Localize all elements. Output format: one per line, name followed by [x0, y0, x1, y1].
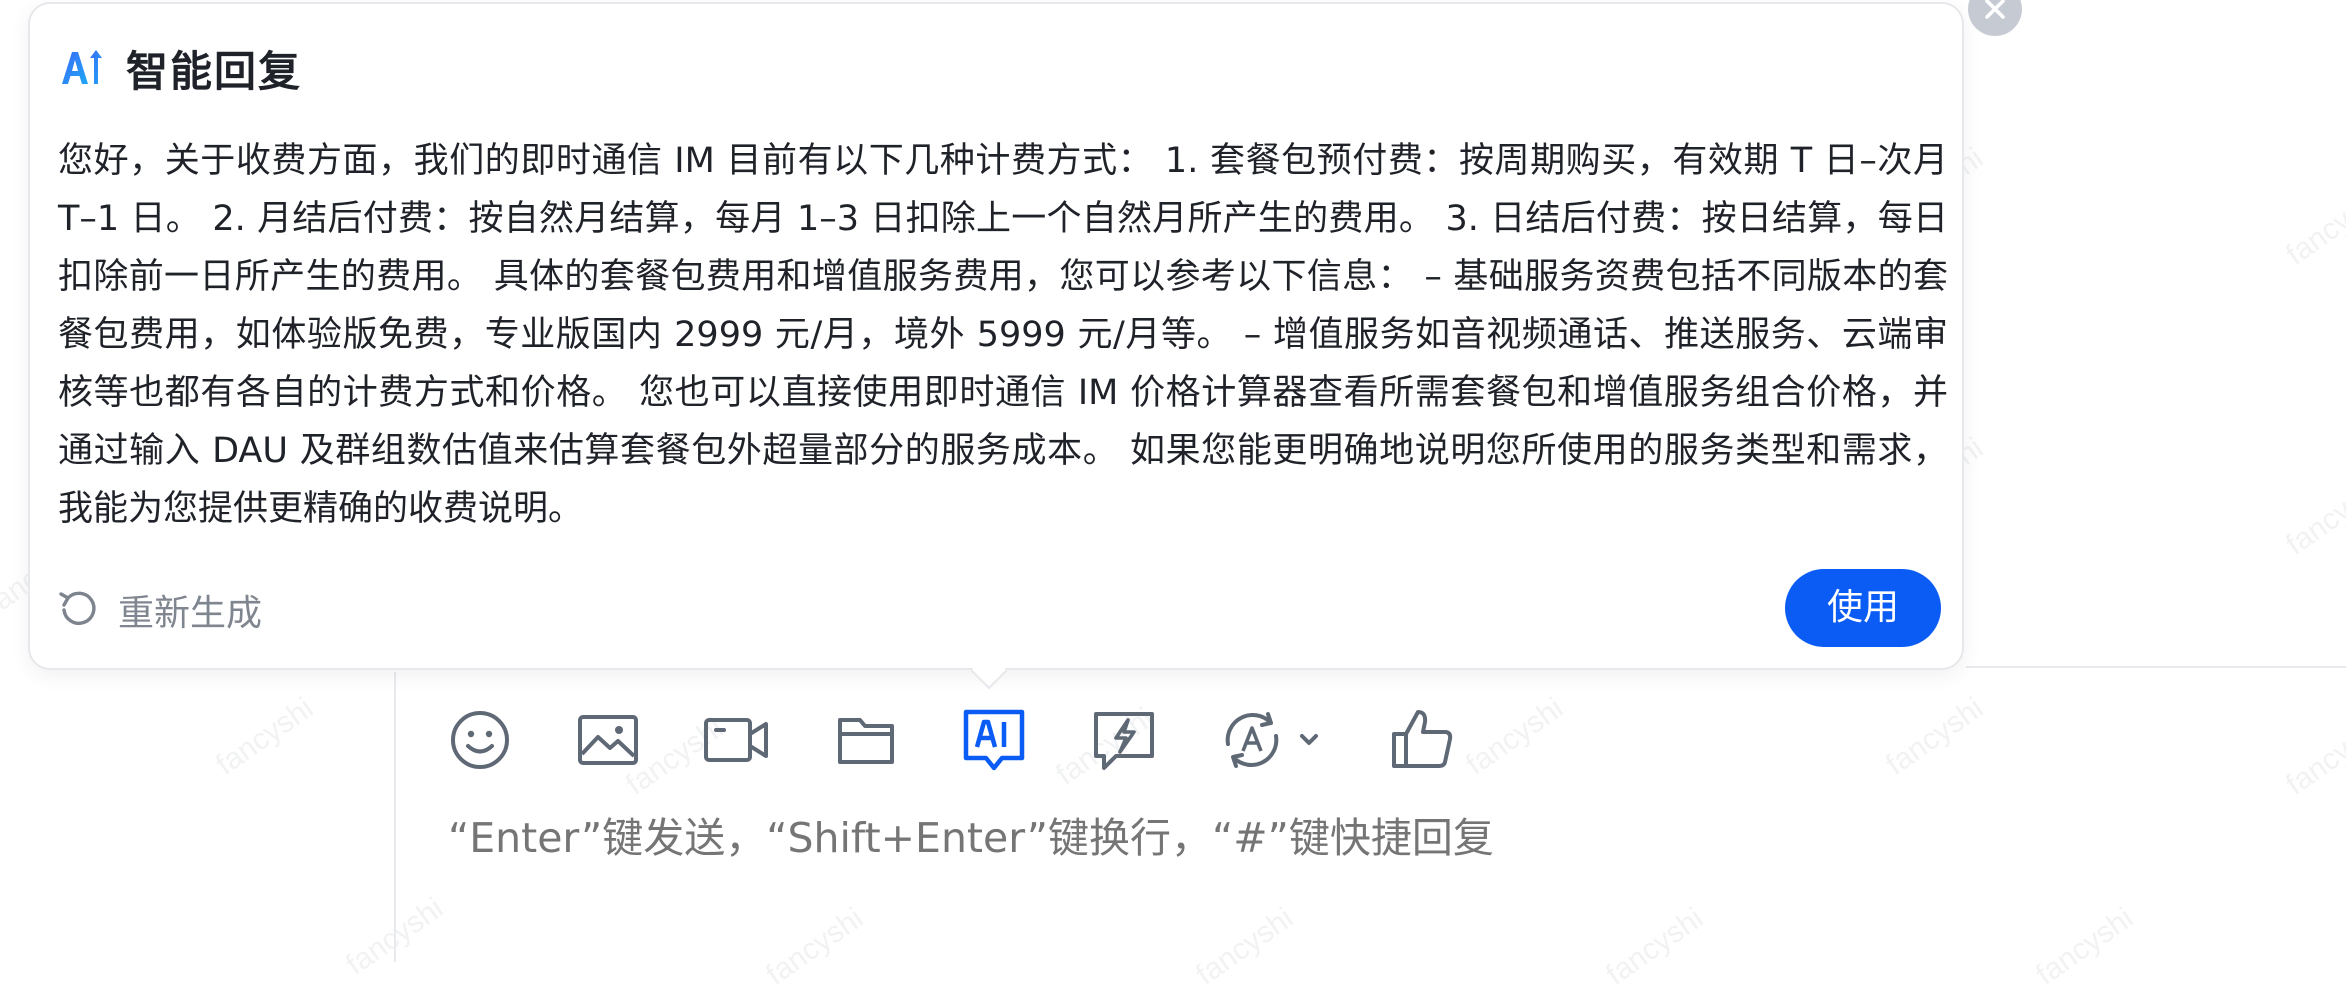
translate-icon — [1225, 712, 1318, 768]
divider — [1966, 666, 2346, 668]
thumbs-up-button[interactable] — [1388, 706, 1456, 774]
regenerate-button[interactable]: 重新生成 — [56, 582, 262, 638]
folder-button[interactable] — [832, 706, 900, 774]
smart-reply-content: 您好，关于收费方面，我们的即时通信 IM 目前有以下几种计费方式： 1. 套餐包… — [58, 141, 1948, 529]
image-button[interactable] — [574, 706, 642, 774]
emoji-icon — [451, 711, 509, 769]
use-button[interactable]: 使用 — [1785, 569, 1941, 647]
watermark-text: fancyshi — [1600, 901, 1710, 992]
chevron-down-icon — [1300, 734, 1318, 745]
close-icon — [1985, 0, 2005, 19]
image-icon — [578, 715, 638, 765]
thumbs-up-icon — [1392, 710, 1453, 768]
video-button[interactable] — [702, 706, 770, 774]
video-icon — [704, 718, 768, 762]
composer-toolbar — [0, 706, 2346, 776]
refresh-icon — [59, 591, 96, 625]
ai-spark-logo-icon — [62, 50, 102, 84]
ai-reply-button[interactable] — [960, 706, 1028, 774]
folder-icon — [838, 718, 894, 764]
watermark-text: fancyshi — [760, 901, 870, 992]
message-input[interactable] — [448, 808, 1948, 868]
panel-header: 智能回复 — [58, 40, 302, 96]
translate-dropdown[interactable] — [1218, 706, 1328, 774]
quick-reply-icon — [1094, 712, 1154, 770]
smart-reply-panel: 智能回复 您好，关于收费方面，我们的即时通信 IM 目前有以下几种计费方式： 1… — [28, 0, 2022, 670]
close-panel-button[interactable] — [1968, 0, 2022, 36]
quick-reply-button[interactable] — [1090, 706, 1158, 774]
watermark-text: fancyshi — [2280, 471, 2346, 562]
panel-title: 智能回复 — [126, 46, 303, 96]
ai-reply-icon — [963, 709, 1025, 771]
emoji-button[interactable] — [446, 706, 514, 774]
watermark-text: fancyshi — [2280, 181, 2346, 272]
regenerate-label: 重新生成 — [118, 593, 263, 634]
watermark-text: fancyshi — [1190, 901, 1300, 992]
watermark-text: fancyshi — [2030, 901, 2140, 992]
